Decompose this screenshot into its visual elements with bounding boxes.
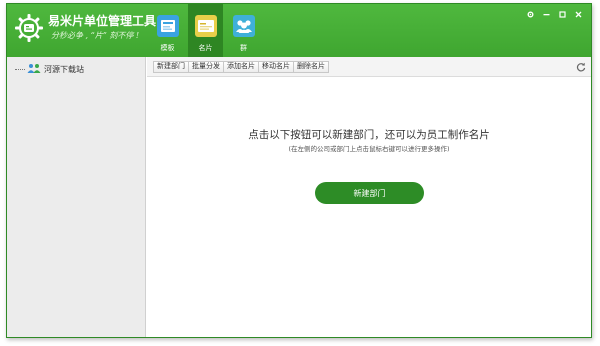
close-icon [575, 11, 581, 17]
tree-item-label: 河源下载站 [44, 64, 84, 74]
empty-state-hint: (在左侧的公司或部门上点击鼠标右键可以进行更多操作) [288, 145, 450, 153]
main-panel: 点击以下按钮可以新建部门，还可以为员工制作名片 (在左侧的公司或部门上点击鼠标右… [147, 78, 591, 337]
tab-group-label: 群 [240, 44, 247, 52]
organization-icon [27, 64, 41, 73]
settings-icon [527, 11, 533, 17]
logo-icon [15, 14, 43, 42]
tree-connector [15, 68, 25, 70]
batch-distribute-button[interactable]: 批量分发 [188, 61, 224, 73]
window-controls [525, 9, 583, 19]
minimize-button[interactable] [541, 9, 551, 19]
header-bar: 易米片单位管理工具 分秒必争 , “片” 刻不停 ! 模板 名片 群 [7, 4, 591, 57]
card-icon [194, 15, 217, 37]
delete-card-button[interactable]: 删除名片 [293, 61, 329, 73]
toolbar: 新建部门 批量分发 添加名片 移动名片 删除名片 [147, 57, 591, 77]
move-card-button[interactable]: 移动名片 [258, 61, 294, 73]
tree-item-organization[interactable]: 河源下载站 [15, 62, 84, 76]
app-title: 易米片单位管理工具 [48, 14, 157, 28]
new-department-button[interactable]: 新建部门 [153, 61, 189, 73]
refresh-icon[interactable] [576, 62, 586, 72]
settings-button[interactable] [525, 9, 535, 19]
maximize-button[interactable] [557, 9, 567, 19]
tab-template[interactable]: 模板 [150, 4, 185, 57]
empty-state-title: 点击以下按钮可以新建部门，还可以为员工制作名片 [248, 129, 490, 141]
add-card-button[interactable]: 添加名片 [223, 61, 259, 73]
maximize-icon [558, 10, 566, 18]
tab-card-label: 名片 [198, 44, 213, 52]
tab-template-label: 模板 [160, 44, 175, 52]
create-department-button[interactable]: 新建部门 [315, 182, 424, 204]
tab-card[interactable]: 名片 [188, 4, 223, 57]
app-window: 易米片单位管理工具 分秒必争 , “片” 刻不停 ! 模板 名片 群 河源下载站… [6, 3, 592, 338]
minimize-icon [543, 13, 549, 15]
template-icon [156, 15, 179, 37]
group-icon [232, 15, 255, 37]
sidebar: 河源下载站 [7, 57, 146, 337]
tab-group[interactable]: 群 [226, 4, 261, 57]
close-button[interactable] [573, 9, 583, 19]
app-slogan: 分秒必争 , “片” 刻不停 ! [51, 31, 140, 40]
